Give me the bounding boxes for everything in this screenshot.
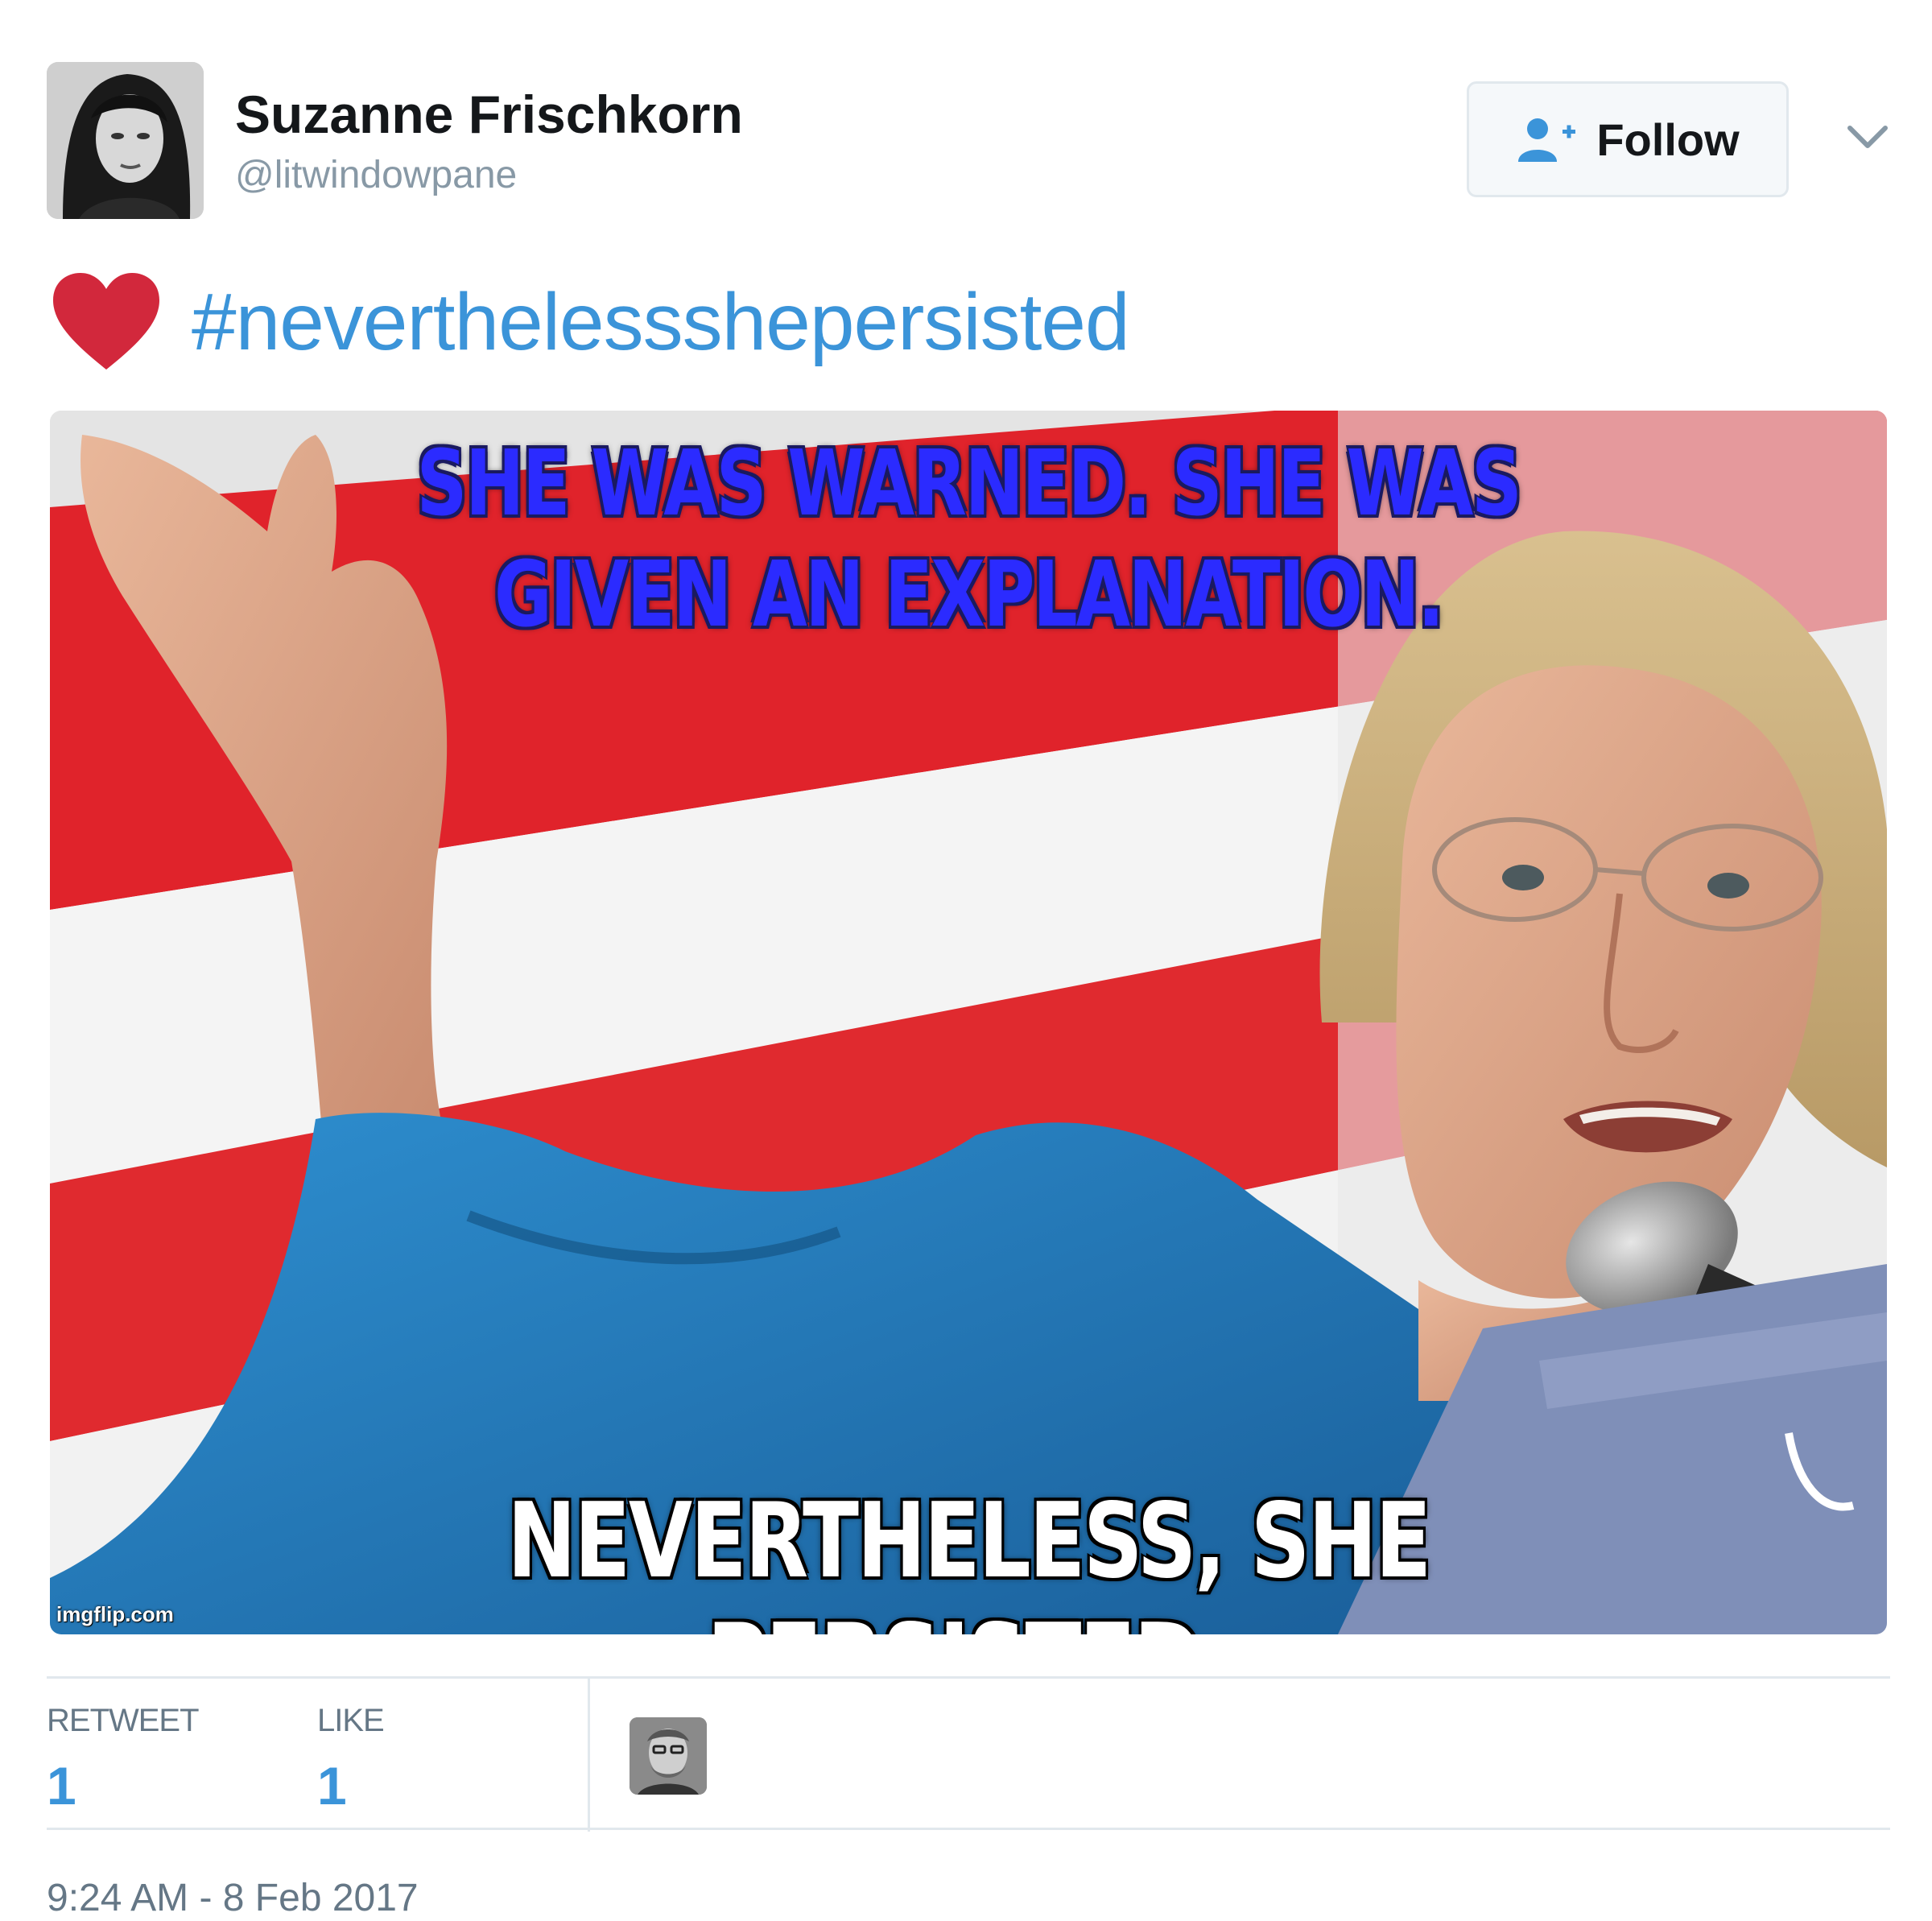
tweet-media-image[interactable]: SHE WAS WARNED. SHE WAS GIVEN AN EXPLANA… bbox=[50, 411, 1887, 1634]
hashtag-link[interactable]: #neverthelessshepersisted bbox=[192, 276, 1130, 369]
retweet-stat[interactable]: RETWEET 1 bbox=[47, 1703, 200, 1816]
meme-caption-top-line1: SHE WAS WARNED. SHE WAS bbox=[416, 432, 1522, 536]
tweet-text: #neverthelessshepersisted bbox=[50, 270, 1130, 374]
meme-caption-top-line2: GIVEN AN EXPLANATION. bbox=[494, 543, 1444, 647]
retweet-label: RETWEET bbox=[47, 1703, 200, 1738]
chevron-down-icon[interactable] bbox=[1843, 117, 1892, 157]
stats-divider-top bbox=[47, 1676, 1890, 1679]
like-stat[interactable]: LIKE 1 bbox=[317, 1703, 385, 1816]
liker-avatar[interactable] bbox=[630, 1717, 707, 1795]
follow-button-label: Follow bbox=[1596, 114, 1740, 165]
stats-divider-vertical bbox=[588, 1679, 590, 1832]
follow-button[interactable]: Follow bbox=[1467, 81, 1789, 197]
author-handle[interactable]: @litwindowpane bbox=[235, 153, 517, 197]
meme-watermark: imgflip.com bbox=[56, 1602, 174, 1626]
meme-caption-top: SHE WAS WARNED. SHE WAS GIVEN AN EXPLANA… bbox=[252, 428, 1685, 651]
like-count: 1 bbox=[317, 1756, 347, 1816]
like-label: LIKE bbox=[317, 1703, 385, 1738]
tweet-card: Suzanne Frischkorn @litwindowpane Follow… bbox=[0, 0, 1932, 1921]
stats-divider-bottom bbox=[47, 1828, 1890, 1830]
tweet-timestamp[interactable]: 9:24 AM - 8 Feb 2017 bbox=[47, 1876, 419, 1920]
author-avatar[interactable] bbox=[47, 62, 204, 219]
follow-user-icon bbox=[1518, 118, 1576, 162]
retweet-count: 1 bbox=[47, 1756, 76, 1816]
author-name[interactable]: Suzanne Frischkorn bbox=[235, 84, 743, 145]
heart-emoji-icon bbox=[53, 273, 159, 370]
meme-caption-bottom: NEVERTHELESS, SHE PERSISTED. bbox=[507, 1481, 1431, 1634]
